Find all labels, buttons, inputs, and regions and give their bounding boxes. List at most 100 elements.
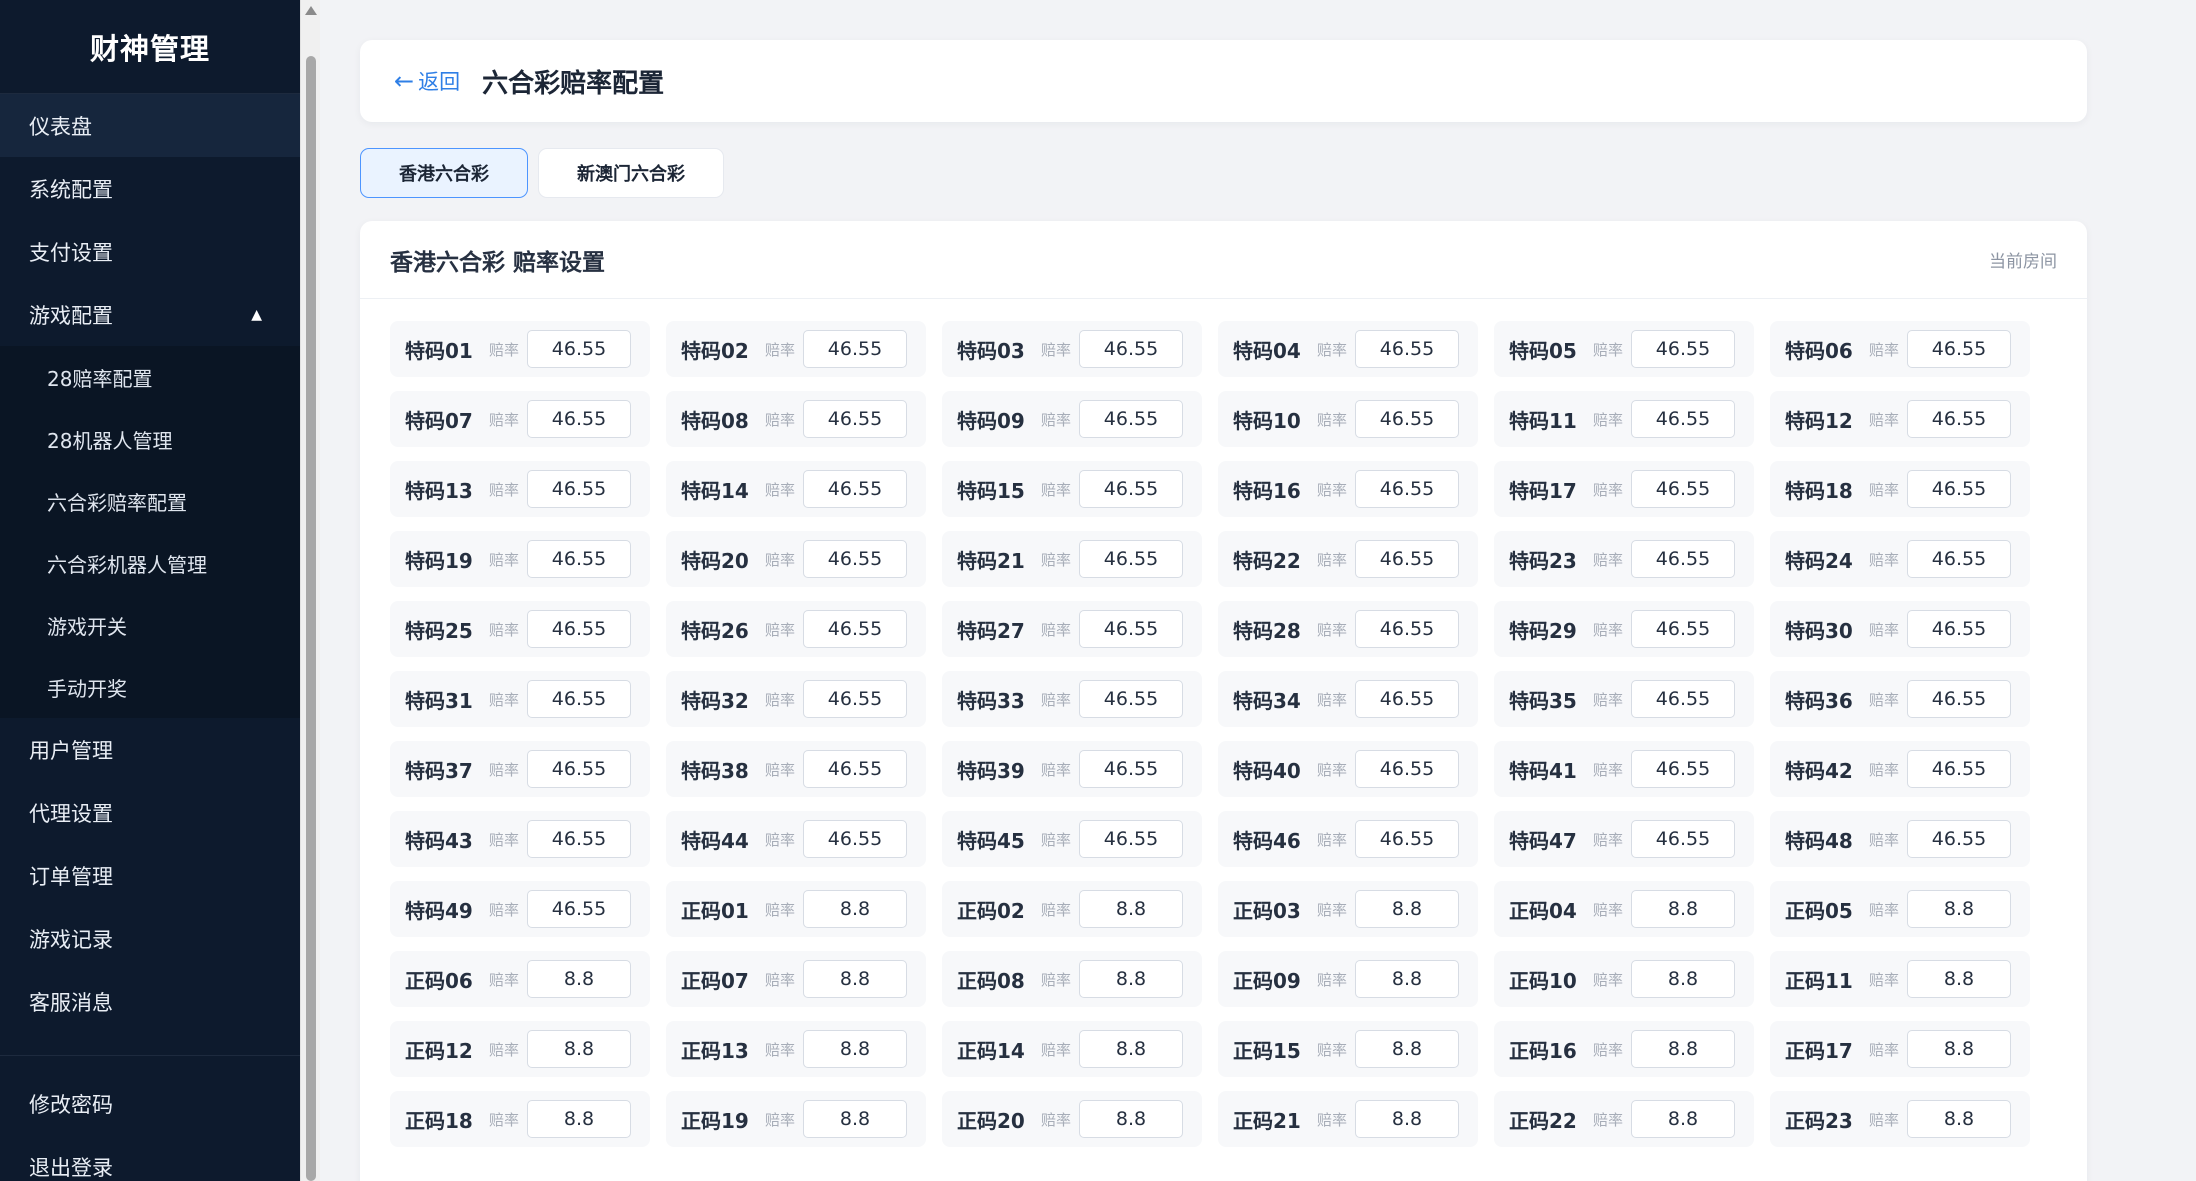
sidebar-item-payment-settings[interactable]: 支付设置 xyxy=(0,220,300,283)
odds-input[interactable] xyxy=(1355,330,1459,368)
odds-input[interactable] xyxy=(1079,1030,1183,1068)
sidebar-item-user-management[interactable]: 用户管理 xyxy=(0,718,300,781)
odds-input[interactable] xyxy=(1907,1030,2011,1068)
odds-input[interactable] xyxy=(1355,610,1459,648)
odds-input[interactable] xyxy=(1907,540,2011,578)
odds-code-label: 特码42 xyxy=(1785,758,1853,783)
sidebar-item-game-records[interactable]: 游戏记录 xyxy=(0,907,300,970)
tab-hong-kong[interactable]: 香港六合彩 xyxy=(360,148,528,198)
scroll-up-arrow-icon[interactable] xyxy=(305,6,317,15)
odds-input[interactable] xyxy=(1907,820,2011,858)
sidebar-item-system-config[interactable]: 系统配置 xyxy=(0,157,300,220)
sidebar-subitem-lottery-odds[interactable]: 六合彩赔率配置 xyxy=(0,470,300,532)
odds-input[interactable] xyxy=(1079,820,1183,858)
odds-input[interactable] xyxy=(1355,680,1459,718)
odds-input[interactable] xyxy=(1079,750,1183,788)
odds-input[interactable] xyxy=(803,1100,907,1138)
sidebar-subitem-28-odds[interactable]: 28赔率配置 xyxy=(0,346,300,408)
odds-input[interactable] xyxy=(1631,400,1735,438)
odds-input[interactable] xyxy=(803,750,907,788)
odds-input[interactable] xyxy=(803,610,907,648)
odds-input[interactable] xyxy=(1907,470,2011,508)
sidebar-item-logout[interactable]: 退出登录 xyxy=(0,1135,300,1181)
odds-input[interactable] xyxy=(1631,330,1735,368)
sidebar-scrollbar[interactable] xyxy=(300,0,320,1181)
odds-input[interactable] xyxy=(1355,540,1459,578)
odds-input[interactable] xyxy=(803,890,907,928)
odds-input[interactable] xyxy=(1355,400,1459,438)
sidebar-item-dashboard[interactable]: 仪表盘 xyxy=(0,94,300,157)
odds-input[interactable] xyxy=(1355,820,1459,858)
odds-input[interactable] xyxy=(527,610,631,648)
odds-input[interactable] xyxy=(1079,960,1183,998)
sidebar-item-support-messages[interactable]: 客服消息 xyxy=(0,970,300,1033)
odds-input[interactable] xyxy=(1079,1100,1183,1138)
odds-input[interactable] xyxy=(1907,960,2011,998)
odds-input[interactable] xyxy=(1079,610,1183,648)
odds-input[interactable] xyxy=(1907,1100,2011,1138)
odds-cell: 特码41 赔率 xyxy=(1494,741,1754,797)
sidebar-subitem-manual-draw[interactable]: 手动开奖 xyxy=(0,656,300,718)
odds-input[interactable] xyxy=(803,960,907,998)
sidebar-item-order-management[interactable]: 订单管理 xyxy=(0,844,300,907)
odds-input[interactable] xyxy=(1631,1030,1735,1068)
odds-input[interactable] xyxy=(1355,470,1459,508)
scrollbar-thumb[interactable] xyxy=(306,56,316,1181)
sidebar-item-change-password[interactable]: 修改密码 xyxy=(0,1072,300,1135)
odds-input[interactable] xyxy=(1907,610,2011,648)
odds-input[interactable] xyxy=(803,1030,907,1068)
odds-input[interactable] xyxy=(1631,470,1735,508)
odds-input[interactable] xyxy=(803,400,907,438)
odds-input[interactable] xyxy=(527,470,631,508)
odds-input[interactable] xyxy=(527,540,631,578)
odds-input[interactable] xyxy=(527,400,631,438)
back-button[interactable]: ← 返回 xyxy=(394,66,460,96)
odds-input[interactable] xyxy=(1079,400,1183,438)
odds-input[interactable] xyxy=(1079,470,1183,508)
odds-input[interactable] xyxy=(803,470,907,508)
sidebar-item-agent-settings[interactable]: 代理设置 xyxy=(0,781,300,844)
odds-input[interactable] xyxy=(1631,820,1735,858)
odds-input[interactable] xyxy=(527,1100,631,1138)
odds-input[interactable] xyxy=(1355,1100,1459,1138)
odds-input[interactable] xyxy=(1631,960,1735,998)
odds-input[interactable] xyxy=(527,820,631,858)
odds-input[interactable] xyxy=(803,540,907,578)
odds-caption: 赔率 xyxy=(1317,340,1348,359)
odds-caption: 赔率 xyxy=(1317,550,1348,569)
odds-input[interactable] xyxy=(1907,400,2011,438)
odds-input[interactable] xyxy=(1907,890,2011,928)
odds-input[interactable] xyxy=(527,890,631,928)
odds-input[interactable] xyxy=(527,750,631,788)
odds-input[interactable] xyxy=(1907,330,2011,368)
odds-input[interactable] xyxy=(1907,750,2011,788)
odds-input[interactable] xyxy=(1079,890,1183,928)
odds-input[interactable] xyxy=(1631,610,1735,648)
sidebar-subitem-game-switch[interactable]: 游戏开关 xyxy=(0,594,300,656)
odds-input[interactable] xyxy=(527,330,631,368)
odds-input[interactable] xyxy=(1631,750,1735,788)
odds-input[interactable] xyxy=(1355,890,1459,928)
odds-input[interactable] xyxy=(1631,540,1735,578)
odds-input[interactable] xyxy=(1355,750,1459,788)
odds-input[interactable] xyxy=(1355,960,1459,998)
odds-input[interactable] xyxy=(1907,680,2011,718)
odds-input[interactable] xyxy=(1079,680,1183,718)
odds-input[interactable] xyxy=(803,330,907,368)
sidebar-item-game-config[interactable]: 游戏配置 ▲ xyxy=(0,283,300,346)
odds-input[interactable] xyxy=(1079,330,1183,368)
odds-input[interactable] xyxy=(527,960,631,998)
odds-input[interactable] xyxy=(1631,1100,1735,1138)
odds-code-label: 特码12 xyxy=(1785,408,1853,433)
odds-input[interactable] xyxy=(1631,890,1735,928)
tab-new-macau[interactable]: 新澳门六合彩 xyxy=(538,148,724,198)
odds-input[interactable] xyxy=(1631,680,1735,718)
sidebar-subitem-28-robots[interactable]: 28机器人管理 xyxy=(0,408,300,470)
odds-input[interactable] xyxy=(803,820,907,858)
odds-input[interactable] xyxy=(527,680,631,718)
sidebar-subitem-lottery-robots[interactable]: 六合彩机器人管理 xyxy=(0,532,300,594)
odds-input[interactable] xyxy=(1079,540,1183,578)
odds-input[interactable] xyxy=(803,680,907,718)
odds-input[interactable] xyxy=(1355,1030,1459,1068)
odds-input[interactable] xyxy=(527,1030,631,1068)
